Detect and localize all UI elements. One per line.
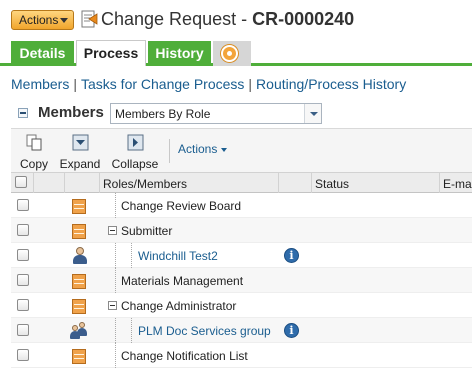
role-icon bbox=[72, 274, 86, 289]
page-title-prefix: Change Request - bbox=[101, 9, 253, 29]
caret-down-icon bbox=[221, 147, 228, 152]
select-all-checkbox[interactable] bbox=[15, 176, 27, 188]
column-header-roles-members[interactable]: Roles/Members bbox=[100, 173, 279, 193]
tree-connector bbox=[115, 193, 116, 218]
type-column-header bbox=[34, 173, 65, 193]
expand-icon bbox=[72, 134, 88, 151]
page-header: Actions Change Request - CR-0000240 bbox=[0, 0, 472, 40]
members-link[interactable]: Members bbox=[11, 76, 69, 92]
link-separator: | bbox=[73, 76, 77, 92]
dropdown-arrow-icon[interactable] bbox=[304, 104, 321, 123]
members-view-select[interactable]: Members By Role bbox=[110, 103, 322, 124]
add-tab-icon bbox=[221, 45, 238, 62]
copy-label: Copy bbox=[19, 157, 48, 171]
table-row[interactable]: Change Notification List bbox=[11, 343, 472, 368]
copy-icon bbox=[26, 134, 41, 151]
row-checkbox[interactable] bbox=[17, 199, 29, 211]
tree-connector bbox=[131, 318, 132, 343]
members-toolbar: Copy Expand Collapse Actions bbox=[11, 128, 472, 173]
tree-connector bbox=[115, 243, 116, 268]
tree-connector bbox=[115, 343, 116, 368]
toolbar-actions-label: Actions bbox=[178, 142, 218, 156]
role-icon bbox=[72, 199, 86, 214]
info-icon[interactable]: i bbox=[284, 323, 299, 338]
caret-down-icon bbox=[60, 18, 68, 23]
row-checkbox[interactable] bbox=[17, 224, 29, 236]
role-label: Materials Management bbox=[121, 274, 244, 288]
collapse-section-icon[interactable] bbox=[18, 108, 28, 118]
role-icon bbox=[72, 349, 86, 364]
tab-history[interactable]: History bbox=[148, 41, 211, 66]
expand-button[interactable]: Expand bbox=[58, 134, 102, 171]
user-icon bbox=[73, 247, 87, 264]
collapse-icon bbox=[127, 134, 143, 151]
collapse-button[interactable]: Collapse bbox=[110, 134, 160, 171]
tab-bar: Details Process History bbox=[0, 40, 472, 66]
collapse-label: Collapse bbox=[111, 157, 159, 171]
collapse-tree-icon[interactable] bbox=[108, 226, 117, 235]
role-label: Change Notification List bbox=[121, 349, 248, 363]
table-row[interactable]: Change Review Board bbox=[11, 193, 472, 218]
tab-process[interactable]: Process bbox=[76, 40, 146, 66]
table-header: Roles/Members Status E-mail bbox=[11, 172, 472, 193]
tree-connector bbox=[115, 318, 116, 343]
toggle-column-header bbox=[65, 173, 100, 193]
page-title: Change Request - CR-0000240 bbox=[101, 9, 354, 30]
tab-details[interactable]: Details bbox=[11, 41, 74, 66]
process-links: Members | Tasks for Change Process | Routing… bbox=[11, 76, 406, 92]
change-request-number: CR-0000240 bbox=[252, 9, 355, 29]
actions-menu-button[interactable]: Actions bbox=[11, 10, 74, 30]
member-link[interactable]: Windchill Test2 bbox=[138, 249, 218, 263]
toolbar-actions-menu[interactable]: Actions bbox=[178, 142, 228, 156]
member-link[interactable]: PLM Doc Services group bbox=[138, 324, 271, 338]
table-row[interactable]: Change Administrator bbox=[11, 293, 472, 318]
role-label: Change Review Board bbox=[121, 199, 242, 213]
role-label: Submitter bbox=[121, 224, 173, 238]
info-icon[interactable]: i bbox=[284, 248, 299, 263]
tasks-link[interactable]: Tasks for Change Process bbox=[81, 76, 244, 92]
table-row[interactable]: Materials Management bbox=[11, 268, 472, 293]
row-checkbox[interactable] bbox=[17, 324, 29, 336]
role-label: Change Administrator bbox=[121, 299, 237, 313]
row-checkbox[interactable] bbox=[17, 274, 29, 286]
link-separator: | bbox=[248, 76, 253, 92]
info-column-header bbox=[279, 173, 312, 193]
members-view-value: Members By Role bbox=[115, 107, 211, 121]
collapse-tree-icon[interactable] bbox=[108, 301, 117, 310]
role-icon bbox=[72, 299, 86, 314]
copy-button[interactable]: Copy bbox=[15, 134, 53, 171]
change-request-icon bbox=[81, 10, 98, 28]
select-all-column bbox=[11, 173, 34, 193]
column-header-email[interactable]: E-mail bbox=[440, 173, 472, 193]
tree-connector bbox=[131, 243, 132, 268]
row-checkbox[interactable] bbox=[17, 299, 29, 311]
row-checkbox[interactable] bbox=[17, 349, 29, 361]
tree-connector bbox=[115, 268, 116, 293]
table-row[interactable]: PLM Doc Services group i bbox=[11, 318, 472, 343]
toolbar-divider bbox=[169, 139, 170, 163]
add-tab-button[interactable] bbox=[213, 41, 251, 66]
column-header-status[interactable]: Status bbox=[312, 173, 440, 193]
role-icon bbox=[72, 224, 86, 239]
expand-label: Expand bbox=[59, 157, 101, 171]
table-row[interactable]: Submitter bbox=[11, 218, 472, 243]
routing-history-link[interactable]: Routing/Process History bbox=[256, 76, 406, 92]
row-checkbox[interactable] bbox=[17, 249, 29, 261]
table-row[interactable]: Windchill Test2 i bbox=[11, 243, 472, 268]
actions-menu-label: Actions bbox=[19, 13, 59, 27]
members-section-title: Members bbox=[38, 104, 104, 121]
group-icon bbox=[70, 322, 88, 339]
